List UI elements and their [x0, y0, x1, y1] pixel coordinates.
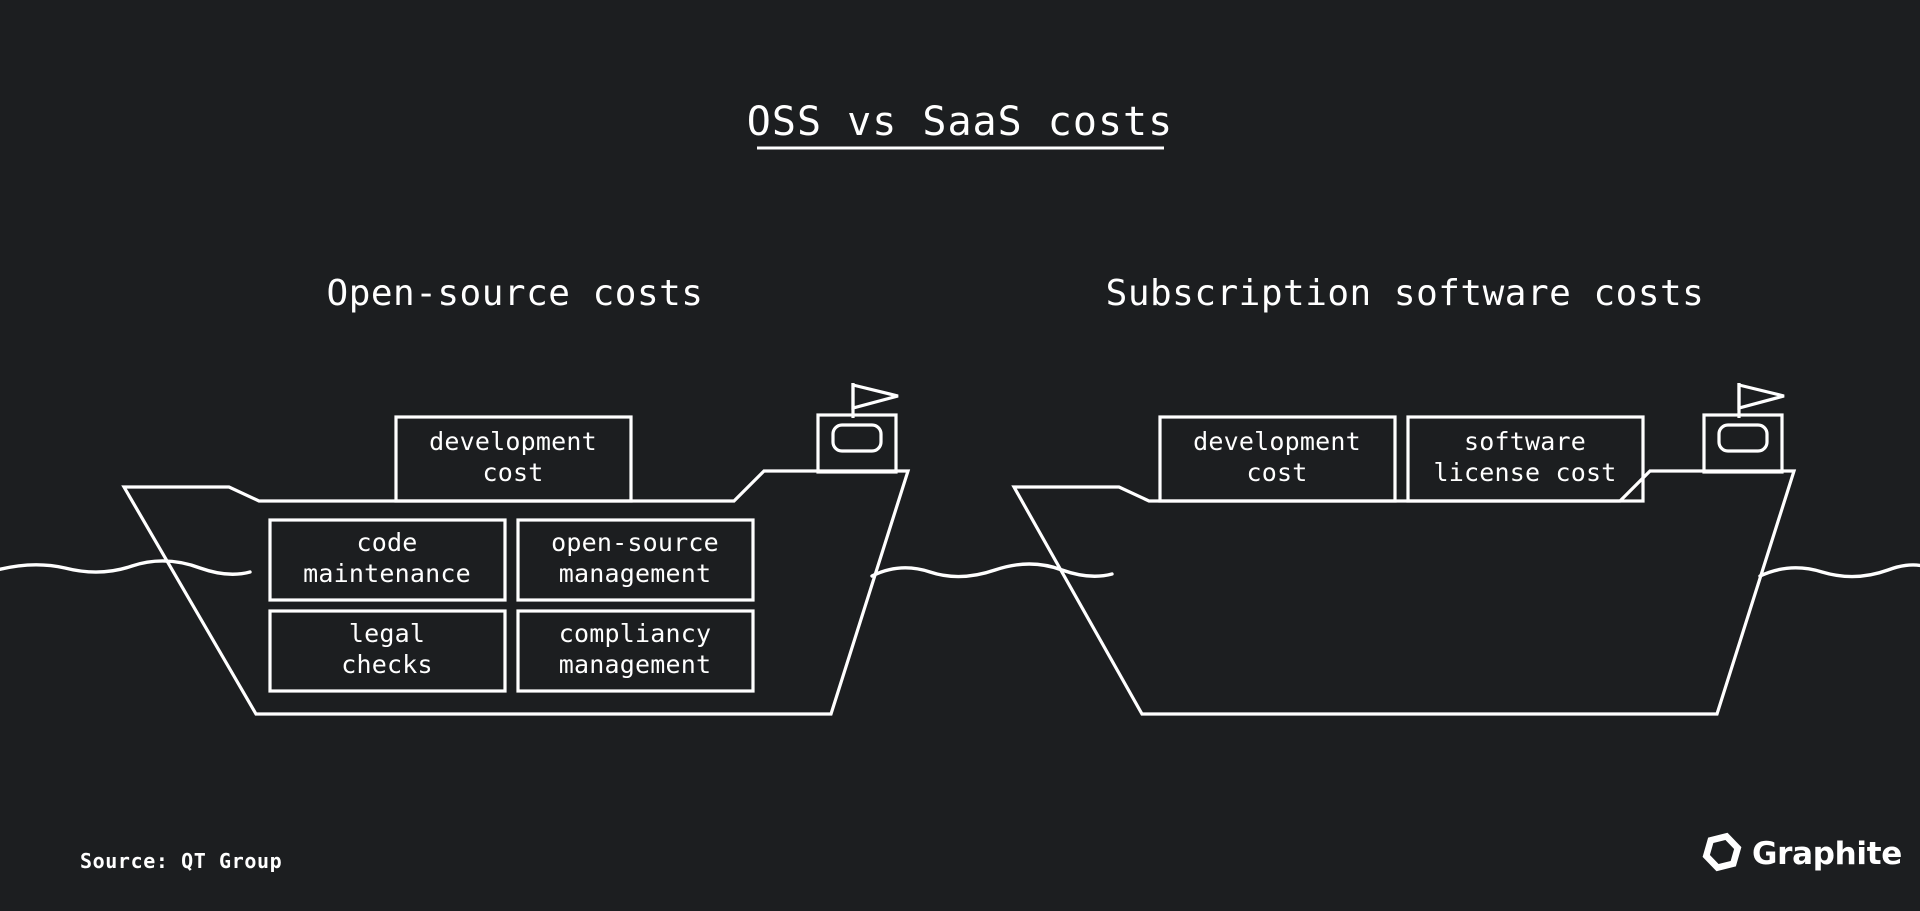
hull-box-oss-compliancy-management-line2: management — [559, 650, 712, 679]
brand-lockup[interactable]: Graphite — [1700, 828, 1902, 876]
section-heading-subscription: Subscription software costs — [1106, 273, 1705, 314]
page-title-group: OSS vs SaaS costs — [747, 99, 1173, 150]
wave-left — [0, 559, 252, 576]
hull-box-oss-code-maintenance-line2: maintenance — [303, 559, 471, 588]
section-heading-open-source: Open-source costs — [327, 273, 704, 314]
hull-outline-open-source — [121, 469, 911, 716]
wave-middle — [870, 562, 1114, 579]
graphite-hexagon-logo-icon — [1702, 832, 1742, 872]
deck-box-saas-software-license-cost-line1: software — [1464, 427, 1586, 456]
cabin-window-open-source — [831, 423, 883, 453]
wave-right — [1758, 563, 1920, 579]
oss-vs-saas-ship-diagram: OSS vs SaaS costs Open-source costs Subs… — [0, 99, 1920, 876]
cabin-window-subscription — [1717, 423, 1769, 453]
hull-box-oss-open-source-management-line2: management — [559, 559, 712, 588]
hull-box-oss-open-source-management-line1: open-source — [551, 528, 719, 557]
hull-box-oss-legal-checks-line1: legal — [349, 619, 425, 648]
flag-subscription — [1737, 382, 1785, 411]
hull-box-oss-legal-checks-line2: checks — [341, 650, 433, 679]
ship-open-source: development cost code maintenance open-s… — [121, 382, 911, 716]
hull-box-oss-compliancy-management-line1: compliancy — [559, 619, 712, 648]
ship-subscription: development cost software license cost — [1011, 382, 1797, 716]
deck-box-oss-development-cost-line1: development — [429, 427, 597, 456]
hull-box-oss-code-maintenance-line1: code — [356, 528, 417, 557]
deck-box-oss-development-cost-line2: cost — [482, 458, 543, 487]
page-title: OSS vs SaaS costs — [747, 99, 1173, 145]
source-label: Source: QT Group — [80, 849, 282, 873]
hull-outline-subscription — [1011, 469, 1797, 716]
flag-open-source — [851, 382, 899, 411]
deck-box-saas-development-cost-line2: cost — [1246, 458, 1307, 487]
deck-box-saas-software-license-cost-line2: license cost — [1433, 458, 1616, 487]
deck-box-saas-development-cost-line1: development — [1193, 427, 1361, 456]
water-waves — [0, 559, 1920, 579]
brand-name: Graphite — [1752, 836, 1902, 872]
infographic-canvas: OSS vs SaaS costs Open-source costs Subs… — [0, 0, 1920, 911]
